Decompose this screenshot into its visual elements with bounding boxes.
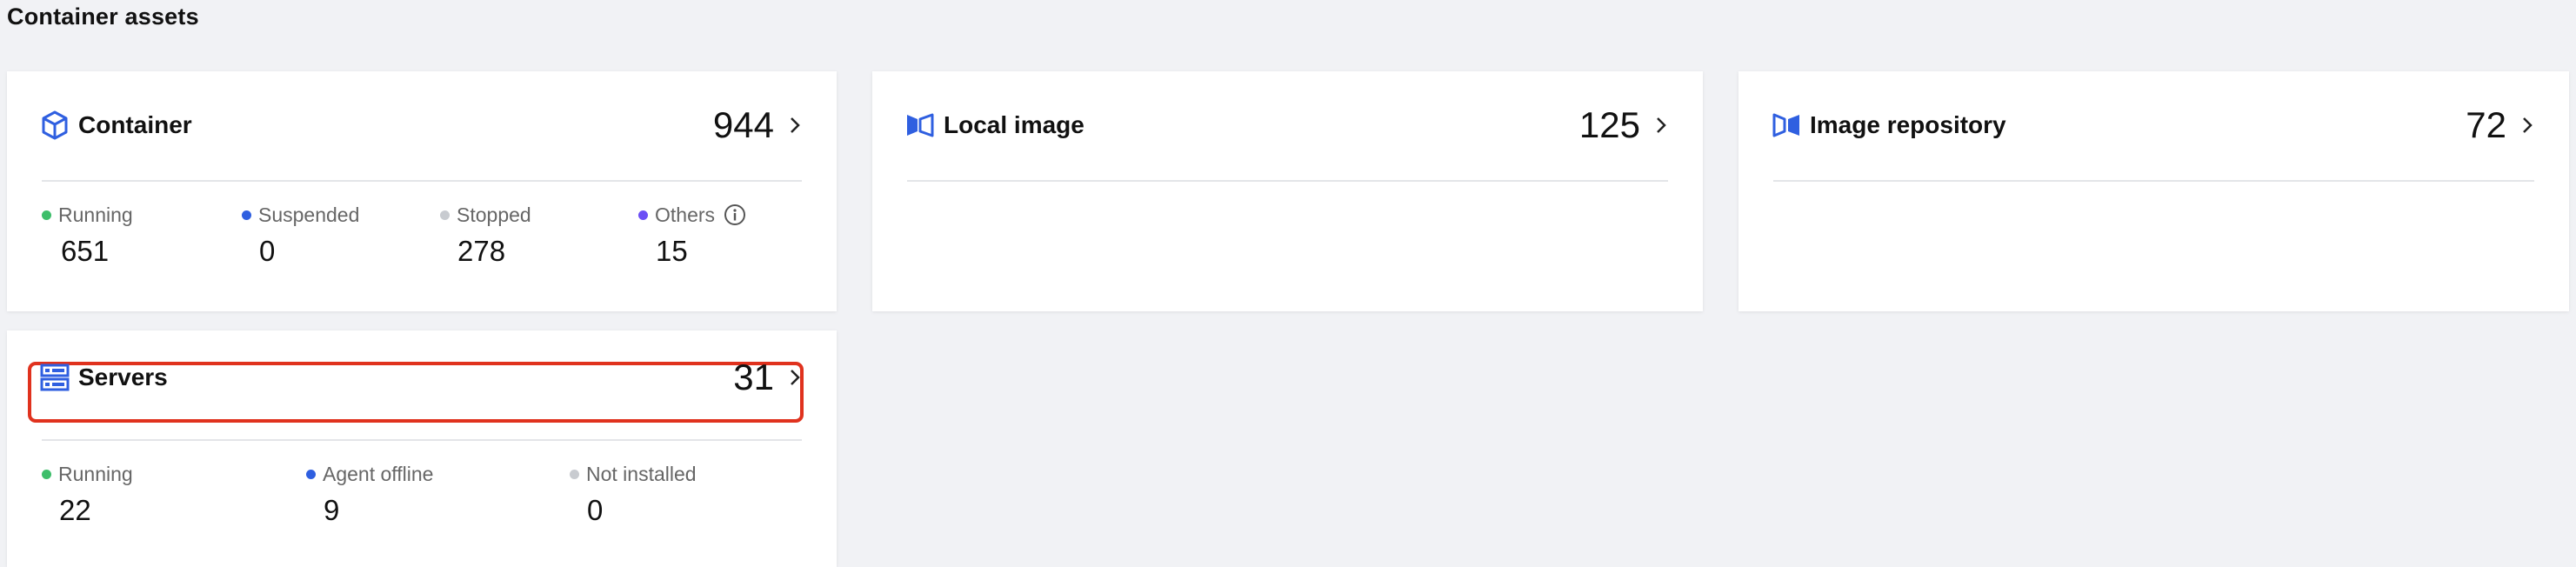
stat-agent-offline: Agent offline 9 — [306, 459, 433, 527]
container-count: 944 — [712, 104, 774, 145]
container-card: Container 944 Running 651 Suspended 0 St… — [7, 71, 837, 311]
status-dot — [638, 210, 648, 220]
chevron-right-icon[interactable] — [1656, 116, 1668, 135]
image-layers-icon — [1772, 110, 1801, 140]
image-repository-card-header[interactable]: Image repository 72 — [1772, 99, 2534, 151]
container-title: Container — [78, 111, 192, 138]
servers-card-header[interactable]: Servers 31 — [40, 351, 802, 404]
divider — [42, 439, 802, 441]
stat-label: Running — [58, 203, 133, 226]
status-dot — [306, 469, 316, 479]
divider — [907, 180, 1668, 182]
stat-value: 22 — [59, 494, 91, 526]
stat-value: 651 — [61, 235, 110, 267]
image-layers-icon — [905, 110, 935, 140]
image-repository-title: Image repository — [1810, 111, 2006, 138]
status-dot — [570, 469, 579, 479]
stat-label: Suspended — [258, 203, 360, 226]
status-dot — [440, 210, 450, 220]
chevron-right-icon[interactable] — [2522, 116, 2534, 135]
stat-running: Running 651 — [42, 200, 133, 268]
local-image-card-header[interactable]: Local image 125 — [905, 99, 1668, 151]
stat-label: Others — [655, 203, 716, 226]
stat-label: Not installed — [586, 462, 697, 485]
stat-running: Running 22 — [42, 459, 133, 527]
servers-stats: Running 22 Agent offline 9 Not installed… — [42, 459, 802, 537]
container-stats: Running 651 Suspended 0 Stopped 278 Othe… — [42, 200, 802, 278]
divider — [1773, 180, 2534, 182]
stat-value: 278 — [457, 235, 506, 267]
servers-card: Servers 31 Running 22 Agent offline 9 No… — [7, 330, 837, 567]
image-repository-count: 72 — [2466, 104, 2506, 145]
chevron-right-icon[interactable] — [790, 368, 802, 387]
servers-count: 31 — [733, 357, 774, 397]
stat-label: Agent offline — [323, 462, 434, 485]
stat-others: Others 15 — [638, 200, 746, 268]
stat-suspended: Suspended 0 — [242, 200, 359, 268]
stat-label: Running — [58, 462, 133, 485]
stat-not-installed: Not installed 0 — [570, 459, 697, 527]
status-dot — [242, 210, 251, 220]
divider — [42, 180, 802, 182]
local-image-title: Local image — [944, 111, 1084, 138]
container-card-header[interactable]: Container 944 — [40, 99, 802, 151]
image-repository-card: Image repository 72 — [1738, 71, 2569, 311]
stat-value: 15 — [656, 235, 688, 267]
servers-title: Servers — [78, 364, 168, 390]
stat-value: 9 — [324, 494, 340, 526]
status-dot — [42, 210, 51, 220]
local-image-count: 125 — [1578, 104, 1640, 145]
status-dot — [42, 469, 51, 479]
chevron-right-icon[interactable] — [790, 116, 802, 135]
info-icon[interactable] — [724, 203, 746, 226]
section-title: Container assets — [7, 3, 199, 30]
local-image-card: Local image 125 — [872, 71, 1703, 311]
stat-label: Stopped — [457, 203, 531, 226]
cube-icon — [40, 110, 70, 140]
stat-stopped: Stopped 278 — [440, 200, 531, 268]
stat-value: 0 — [259, 235, 276, 267]
server-icon — [40, 363, 70, 392]
stat-value: 0 — [587, 494, 604, 526]
